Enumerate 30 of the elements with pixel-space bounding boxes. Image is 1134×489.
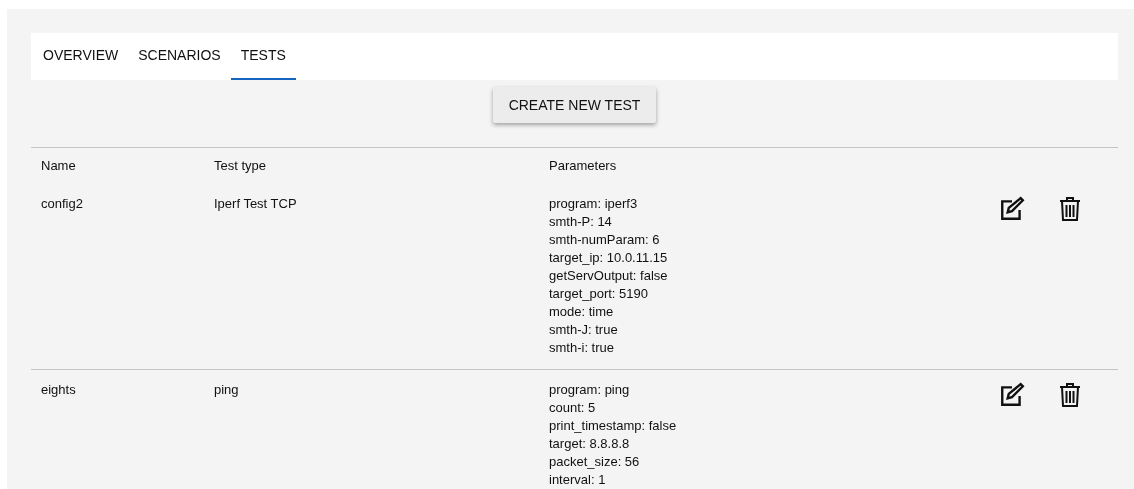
tab[interactable]: TESTS [230, 33, 296, 80]
parameter-text: target_ip: 10.0.11.15 [549, 249, 668, 267]
parameter-text: smth-P: 14 [549, 213, 612, 231]
edit-icon[interactable] [999, 382, 1025, 408]
parameter-text: count: 5 [549, 399, 596, 417]
parameter-text: print_timestamp: false [549, 417, 677, 435]
parameter-text: program: iperf3 [549, 195, 638, 213]
edit-icon[interactable] [999, 196, 1025, 222]
table-cell-text: config2 [40, 195, 84, 213]
parameter-text: getServOutput: false [549, 267, 668, 285]
parameter-text: smth-i: true [549, 339, 614, 357]
column-header: Name [40, 157, 77, 176]
column-header: Parameters [549, 157, 617, 176]
create-new-test-button[interactable]: CREATE NEW TEST [492, 87, 657, 123]
parameter-text: target: 8.8.8.8 [549, 435, 630, 453]
parameter-text: interval: 1 [549, 471, 606, 489]
tab[interactable]: SCENARIOS [128, 33, 231, 80]
parameter-text: target_port: 5190 [549, 285, 649, 303]
trash-icon[interactable] [1058, 196, 1082, 222]
parameter-text: packet_size: 56 [549, 453, 640, 471]
parameter-text: smth-numParam: 6 [549, 231, 660, 249]
parameter-text: mode: time [549, 303, 614, 321]
tab[interactable]: OVERVIEW [33, 33, 129, 80]
parameter-text: smth-J: true [549, 321, 618, 339]
parameter-text: program: ping [549, 381, 630, 399]
table-cell-text: Iperf Test TCP [214, 195, 298, 213]
table-cell-text: ping [214, 381, 240, 399]
trash-icon[interactable] [1058, 382, 1082, 408]
table-cell-text: eights [40, 381, 77, 399]
column-header: Test type [214, 157, 268, 176]
